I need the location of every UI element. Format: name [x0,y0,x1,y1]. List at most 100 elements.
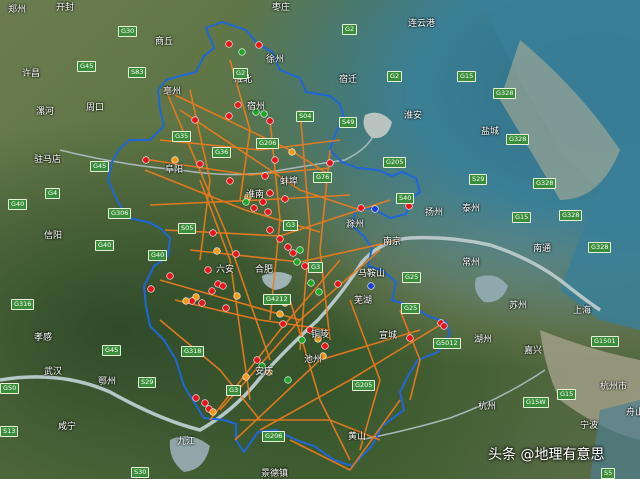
city-label: 滁州 [346,220,365,230]
city-label: 舟山 [626,408,640,418]
road-shield: G328 [588,242,612,253]
city-label: 孝感 [34,333,53,343]
road-shield: G5012 [433,338,461,349]
city-label: 铜陵 [311,330,330,340]
city-label: 湖州 [474,335,493,345]
road-shield: G45 [90,161,110,172]
route-lines [144,59,441,472]
road-shield: G205 [352,380,376,391]
road-shield: G3 [283,220,299,231]
road-shield: G328 [506,134,530,145]
road-shield: S04 [296,111,315,122]
city-label: 上海 [573,306,592,316]
road-shield: G25 [401,303,421,314]
city-label: 南通 [533,244,552,254]
city-label: 泰州 [462,204,481,214]
road-shield: G45 [102,345,122,356]
city-label: 池州 [304,355,323,365]
road-shield: G15 [457,71,477,82]
road-shield: G25 [402,272,422,283]
city-label: 枣庄 [272,3,291,13]
red-station-marker [198,299,206,307]
road-shield: G45 [77,61,97,72]
red-station-marker [222,304,230,312]
red-station-marker [279,320,287,328]
red-station-marker [276,235,284,243]
green-station-marker [296,246,304,254]
city-label: 杭州市 [600,382,628,392]
green-station-marker [238,48,246,56]
road-shield: S83 [128,67,147,78]
city-label: 杭州 [478,402,497,412]
red-station-marker [208,287,216,295]
orange-station-marker [213,247,221,255]
green-station-marker [298,336,306,344]
road-shield: G206 [256,138,280,149]
city-label: 南京 [383,237,402,247]
red-station-marker [321,342,329,350]
road-shield: S49 [339,117,358,128]
green-station-marker [315,288,323,296]
city-label: 商丘 [155,37,174,47]
city-label: 连云港 [408,19,436,29]
road-shield: G328 [533,178,557,189]
road-shield: G2 [387,71,403,82]
city-label: 信阳 [44,231,63,241]
city-label: 马鞍山 [358,269,386,279]
qiantang-river [359,369,546,441]
green-station-marker [293,258,301,266]
city-label: 宣城 [379,331,398,341]
road-shield: G4212 [263,294,291,305]
red-station-marker [142,156,150,164]
city-label: 宿州 [247,102,266,112]
red-station-marker [253,356,261,364]
road-shield: G35 [172,131,192,142]
red-station-marker [266,117,274,125]
road-shield: S29 [469,174,488,185]
city-label: 开封 [56,3,75,13]
red-station-marker [357,204,365,212]
city-label: 阜阳 [165,165,184,175]
city-label: 周口 [86,103,105,113]
red-station-marker [232,250,240,258]
red-station-marker [191,116,199,124]
red-station-marker [188,297,196,305]
road-shield: G205 [383,157,407,168]
red-station-marker [147,285,155,293]
road-shield: S40 [396,193,415,204]
city-label: 苏州 [509,301,528,311]
city-label: 芜湖 [354,296,373,306]
tai-lake [475,275,508,303]
orange-station-marker [233,292,241,300]
city-label: 淮南 [246,190,265,200]
satellite-map: 郑州 开封 商丘 枣庄 连云港 徐州 许昌 周口 亳州 淮北 宿迁 漯河 宿州 淮安 盐城 驻马店 阜阳 蚌埠 淮南… [0,0,640,479]
city-label: 安庆 [255,367,274,377]
hongze-lake [363,112,392,139]
red-station-marker [225,40,233,48]
city-label: 嘉兴 [524,346,543,356]
city-label: 咸宁 [58,422,77,432]
red-station-marker [204,266,212,274]
city-label: 九江 [177,437,196,447]
red-station-marker [234,101,242,109]
orange-station-marker [182,297,190,305]
road-shield: S5 [601,468,616,479]
city-label: 徐州 [266,55,285,65]
red-station-marker [250,204,258,212]
red-station-marker [166,272,174,280]
road-shield: G40 [8,199,28,210]
road-shield: G2 [342,24,358,35]
city-label: 宿迁 [339,75,358,85]
red-station-marker [261,172,269,180]
green-station-marker [284,376,292,384]
road-shield: G15 [557,389,577,400]
city-label: 武汉 [44,367,63,377]
red-station-marker [255,41,263,49]
blue-station-marker [367,282,375,290]
city-label: 合肥 [255,265,274,275]
red-station-marker [201,399,209,407]
red-station-marker [271,156,279,164]
road-shield: S30 [131,467,150,478]
road-shield: G3 [308,262,324,273]
red-station-marker [266,226,274,234]
